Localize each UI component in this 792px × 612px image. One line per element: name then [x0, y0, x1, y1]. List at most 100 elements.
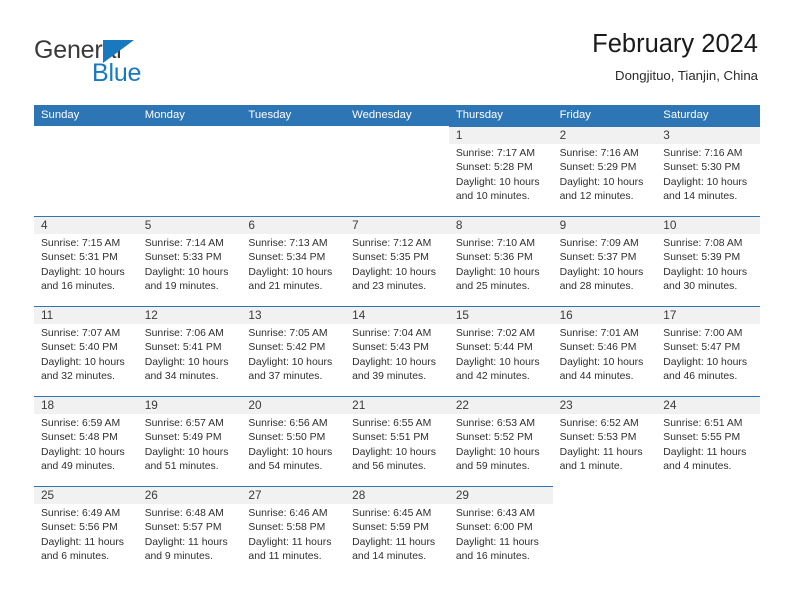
daylight-text-line1: Daylight: 11 hours — [663, 446, 747, 458]
day-cell[interactable]: 25 Sunrise: 6:49 AM Sunset: 5:56 PM Dayligh… — [34, 486, 138, 576]
day-number-band: 20 — [241, 396, 346, 414]
day-number-band: 6 — [241, 216, 346, 234]
day-number: 18 — [41, 398, 55, 412]
day-cell[interactable]: 16 Sunrise: 7:01 AM Sunset: 5:46 PM Dayligh… — [552, 306, 657, 396]
day-number-band: 18 — [34, 396, 138, 414]
sun-info: Sunrise: 7:13 AM Sunset: 5:34 PM Daylight:… — [241, 234, 345, 295]
day-cell[interactable]: 17 Sunrise: 7:00 AM Sunset: 5:47 PM Dayligh… — [656, 306, 760, 396]
title-block: February 2024 Dongjituo, Tianjin, China — [592, 28, 758, 86]
day-number: 25 — [41, 488, 55, 502]
day-cell[interactable]: 5 Sunrise: 7:14 AM Sunset: 5:33 PM Daylight… — [137, 216, 242, 306]
day-cell[interactable]: 6 Sunrise: 7:13 AM Sunset: 5:34 PM Daylight… — [241, 216, 346, 306]
daylight-text-line1: Daylight: 11 hours — [248, 536, 332, 548]
sun-info: Sunrise: 7:07 AM Sunset: 5:40 PM Daylight:… — [34, 324, 138, 385]
daylight-text-line2: and 44 minutes. — [559, 371, 634, 383]
sunset-text: Sunset: 5:39 PM — [663, 252, 741, 264]
day-cell[interactable]: 23 Sunrise: 6:52 AM Sunset: 5:53 PM Dayligh… — [552, 396, 657, 486]
empty-day-cell — [138, 126, 242, 216]
day-cell[interactable]: 9 Sunrise: 7:09 AM Sunset: 5:37 PM Daylight… — [552, 216, 657, 306]
daylight-text-line1: Daylight: 10 hours — [455, 356, 540, 368]
day-cell[interactable]: 19 Sunrise: 6:57 AM Sunset: 5:49 PM Dayligh… — [137, 396, 242, 486]
day-cell[interactable]: 21 Sunrise: 6:55 AM Sunset: 5:51 PM Dayligh… — [345, 396, 449, 486]
empty-day-cell — [34, 126, 138, 216]
day-number-band: 27 — [241, 486, 346, 504]
daylight-text-line2: and 34 minutes. — [144, 371, 219, 383]
general-blue-logo[interactable]: General Blue — [34, 36, 234, 92]
daylight-text-line2: and 39 minutes. — [352, 371, 427, 383]
sunset-text: Sunset: 5:47 PM — [663, 342, 741, 354]
day-cell[interactable]: 7 Sunrise: 7:12 AM Sunset: 5:35 PM Daylight… — [345, 216, 449, 306]
empty-day-cell — [345, 126, 449, 216]
day-number-band: 2 — [552, 126, 657, 144]
sun-info: Sunrise: 7:17 AM Sunset: 5:28 PM Daylight:… — [449, 144, 553, 205]
day-number: 5 — [144, 218, 152, 232]
day-cell[interactable]: 27 Sunrise: 6:46 AM Sunset: 5:58 PM Dayligh… — [241, 486, 346, 576]
daylight-text-line2: and 59 minutes. — [455, 461, 530, 473]
day-number-band: 21 — [345, 396, 449, 414]
sun-info: Sunrise: 7:02 AM Sunset: 5:44 PM Daylight:… — [449, 324, 553, 385]
sunset-text: Sunset: 5:44 PM — [455, 342, 533, 354]
sunset-text: Sunset: 5:48 PM — [41, 432, 118, 444]
empty-day-cell — [241, 126, 345, 216]
day-cell[interactable]: 20 Sunrise: 6:56 AM Sunset: 5:50 PM Dayligh… — [241, 396, 346, 486]
day-cell[interactable]: 11 Sunrise: 7:07 AM Sunset: 5:40 PM Dayligh… — [34, 306, 138, 396]
weekday-header-friday: Friday — [559, 109, 591, 121]
daylight-text-line2: and 46 minutes. — [663, 371, 738, 383]
weekday-header-tuesday: Tuesday — [248, 109, 292, 121]
day-cell[interactable]: 2 Sunrise: 7:16 AM Sunset: 5:29 PM Daylight… — [552, 126, 657, 216]
page-subtitle: Dongjituo, Tianjin, China — [615, 68, 758, 83]
day-number-band: 25 — [34, 486, 138, 504]
sunrise-text: Sunrise: 6:52 AM — [559, 418, 639, 429]
daylight-text-line2: and 30 minutes. — [663, 281, 738, 293]
sunrise-text: Sunrise: 7:13 AM — [248, 238, 328, 249]
day-number-band: 28 — [345, 486, 449, 504]
sun-info: Sunrise: 6:53 AM Sunset: 5:52 PM Daylight:… — [449, 414, 553, 475]
sunrise-text: Sunrise: 7:12 AM — [352, 238, 432, 249]
day-number-band — [241, 126, 345, 144]
day-cell[interactable]: 3 Sunrise: 7:16 AM Sunset: 5:30 PM Daylight… — [656, 126, 760, 216]
day-number: 9 — [559, 218, 567, 232]
daylight-text-line1: Daylight: 10 hours — [559, 266, 644, 278]
sunset-text: Sunset: 5:52 PM — [455, 432, 533, 444]
day-cell[interactable]: 8 Sunrise: 7:10 AM Sunset: 5:36 PM Daylight… — [448, 216, 553, 306]
day-number: 27 — [248, 488, 262, 502]
day-cell[interactable]: 13 Sunrise: 7:05 AM Sunset: 5:42 PM Dayligh… — [241, 306, 346, 396]
day-cell[interactable]: 14 Sunrise: 7:04 AM Sunset: 5:43 PM Dayligh… — [345, 306, 449, 396]
sunrise-text: Sunrise: 6:43 AM — [455, 508, 535, 519]
day-cell[interactable]: 15 Sunrise: 7:02 AM Sunset: 5:44 PM Dayligh… — [448, 306, 553, 396]
day-cell[interactable]: 1 Sunrise: 7:17 AM Sunset: 5:28 PM Daylight… — [448, 126, 553, 216]
day-number: 26 — [144, 488, 158, 502]
daylight-text-line2: and 21 minutes. — [248, 281, 323, 293]
day-number: 21 — [352, 398, 366, 412]
daylight-text-line1: Daylight: 10 hours — [41, 266, 125, 278]
daylight-text-line1: Daylight: 10 hours — [144, 356, 229, 368]
day-number: 2 — [559, 128, 567, 142]
day-cell[interactable]: 18 Sunrise: 6:59 AM Sunset: 5:48 PM Dayligh… — [34, 396, 138, 486]
calendar-grid: Sunday Monday Tuesday Wednesday Thursday Frid… — [34, 105, 760, 576]
day-cell[interactable]: 26 Sunrise: 6:48 AM Sunset: 5:57 PM Dayligh… — [137, 486, 242, 576]
daylight-text-line2: and 54 minutes. — [248, 461, 323, 473]
daylight-text-line2: and 42 minutes. — [455, 371, 530, 383]
day-cell[interactable]: 10 Sunrise: 7:08 AM Sunset: 5:39 PM Dayligh… — [656, 216, 760, 306]
daylight-text-line1: Daylight: 11 hours — [144, 536, 228, 548]
day-cell[interactable]: 28 Sunrise: 6:45 AM Sunset: 5:59 PM Dayligh… — [345, 486, 449, 576]
day-cell[interactable]: 12 Sunrise: 7:06 AM Sunset: 5:41 PM Dayligh… — [137, 306, 242, 396]
sun-info: Sunrise: 6:59 AM Sunset: 5:48 PM Daylight:… — [34, 414, 138, 475]
daylight-text-line1: Daylight: 10 hours — [559, 176, 644, 188]
day-number-band: 10 — [656, 216, 760, 234]
day-number: 3 — [663, 128, 670, 142]
day-number: 19 — [144, 398, 158, 412]
sun-info: Sunrise: 6:48 AM Sunset: 5:57 PM Daylight:… — [138, 504, 242, 565]
day-number: 14 — [352, 308, 366, 322]
day-number: 24 — [663, 398, 677, 412]
day-cell[interactable]: 22 Sunrise: 6:53 AM Sunset: 5:52 PM Dayligh… — [448, 396, 553, 486]
daylight-text-line1: Daylight: 11 hours — [41, 536, 124, 548]
day-cell[interactable]: 29 Sunrise: 6:43 AM Sunset: 6:00 PM Dayligh… — [448, 486, 553, 576]
daylight-text-line1: Daylight: 10 hours — [663, 356, 748, 368]
day-number-band — [138, 126, 242, 144]
daylight-text-line1: Daylight: 10 hours — [455, 446, 540, 458]
daylight-text-line2: and 10 minutes. — [455, 191, 530, 203]
sunrise-text: Sunrise: 7:16 AM — [559, 148, 639, 159]
day-cell[interactable]: 24 Sunrise: 6:51 AM Sunset: 5:55 PM Dayligh… — [656, 396, 760, 486]
day-cell[interactable]: 4 Sunrise: 7:15 AM Sunset: 5:31 PM Daylight… — [34, 216, 138, 306]
